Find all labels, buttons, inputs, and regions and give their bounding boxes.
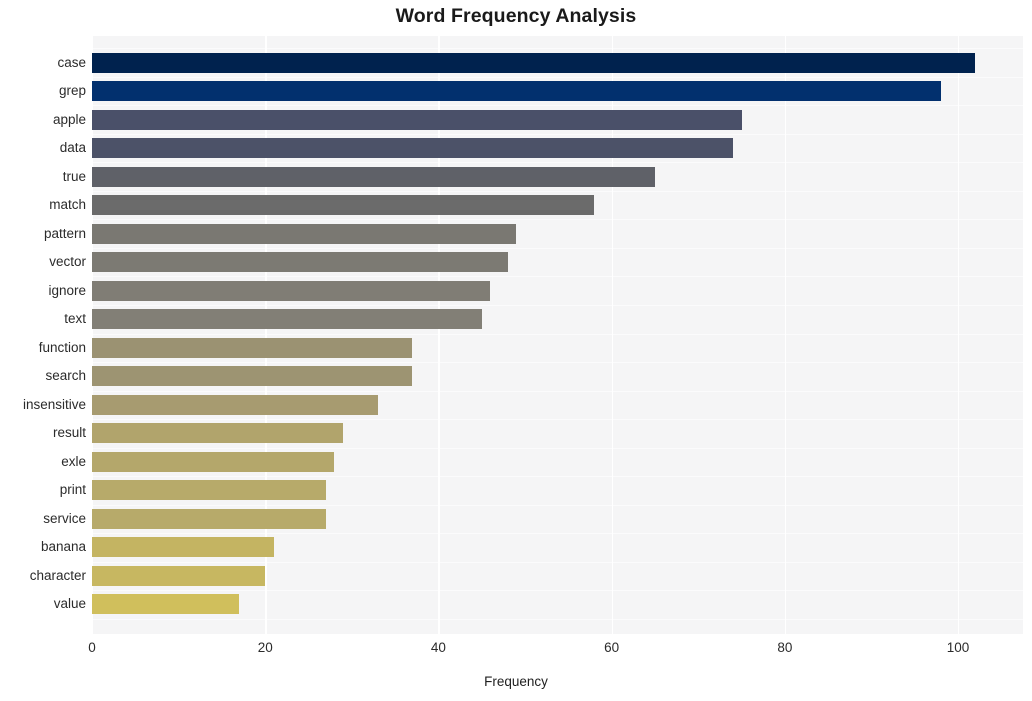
y-axis-tick-label: vector: [49, 254, 86, 270]
x-axis-tick-label: 60: [604, 640, 620, 655]
bar: [92, 537, 274, 558]
bar: [92, 594, 240, 615]
gridline-horizontal: [92, 219, 1023, 221]
gridline-horizontal: [92, 333, 1023, 335]
y-axis-tick-label: apple: [52, 111, 86, 127]
bar: [92, 81, 941, 102]
gridline-horizontal: [92, 105, 1023, 107]
gridline-horizontal: [92, 476, 1023, 478]
x-axis-tick-label: 20: [257, 640, 273, 655]
gridline-horizontal: [92, 304, 1023, 306]
gridline-horizontal: [92, 533, 1023, 535]
bar: [92, 52, 976, 73]
gridline-horizontal: [92, 447, 1023, 449]
gridline-horizontal: [92, 618, 1023, 620]
y-axis-tick-label: grep: [58, 83, 86, 99]
x-axis-title: Frequency: [484, 674, 548, 689]
x-axis-tick-label: 100: [946, 640, 970, 655]
y-axis-tick-label: data: [59, 140, 86, 156]
bar: [92, 195, 595, 216]
bar: [92, 565, 266, 586]
y-axis-tick-label: pattern: [43, 225, 86, 241]
y-axis-tick-label: banana: [40, 539, 86, 555]
gridline-horizontal: [92, 76, 1023, 78]
x-axis-tick-label: 0: [88, 640, 96, 655]
x-axis-tick-label: 40: [430, 640, 446, 655]
bar: [92, 337, 413, 358]
gridline-horizontal: [92, 133, 1023, 135]
gridline-vertical: [784, 36, 787, 634]
gridline-horizontal: [92, 419, 1023, 421]
y-axis-tick-label: exle: [61, 453, 86, 469]
x-axis-tick-labels: 0 20 40 60 80 100: [0, 640, 1032, 666]
y-axis-tick-label: function: [38, 339, 86, 355]
gridline-vertical: [958, 36, 960, 634]
chart-figure: Word Frequency Analysis case grep apple dat…: [0, 0, 1032, 701]
chart-title: Word Frequency Analysis: [395, 5, 637, 27]
bar: [92, 138, 733, 159]
y-axis-tick-label: print: [59, 482, 86, 498]
y-axis-tick-label: match: [49, 197, 86, 213]
gridline-horizontal: [92, 590, 1023, 592]
bar: [92, 223, 517, 244]
gridline-horizontal: [92, 276, 1023, 278]
y-axis-tick-label: ignore: [48, 282, 86, 298]
x-axis-tick-label: 80: [777, 640, 793, 655]
y-axis-tick-label: search: [45, 368, 86, 384]
bar: [92, 366, 413, 387]
y-axis-tick-label: result: [52, 425, 86, 441]
y-axis-tick-label: service: [43, 510, 86, 526]
bar: [92, 508, 326, 529]
gridline-horizontal: [92, 362, 1023, 364]
bar: [92, 451, 335, 472]
y-axis-tick-label: value: [53, 596, 86, 612]
bar: [92, 252, 508, 273]
y-axis-tick-label: insensitive: [22, 396, 86, 412]
gridline-horizontal: [92, 48, 1023, 50]
bar: [92, 394, 378, 415]
bar: [92, 109, 742, 130]
y-axis-tick-label: character: [29, 567, 86, 583]
gridline-horizontal: [92, 390, 1023, 392]
plot-area: [92, 36, 1023, 634]
gridline-horizontal: [92, 247, 1023, 249]
gridline-horizontal: [92, 162, 1023, 164]
y-axis-tick-label: true: [62, 168, 86, 184]
y-axis-tick-label: case: [57, 54, 86, 70]
gridline-horizontal: [92, 561, 1023, 563]
y-axis-tick-label: text: [64, 311, 86, 327]
bar: [92, 280, 491, 301]
bar: [92, 166, 655, 187]
gridline-horizontal: [92, 504, 1023, 506]
y-axis-tick-labels: case grep apple data true match pattern vector i…: [0, 36, 86, 634]
bar: [92, 423, 344, 444]
bar: [92, 480, 326, 501]
gridline-horizontal: [92, 190, 1023, 192]
bar: [92, 309, 482, 330]
